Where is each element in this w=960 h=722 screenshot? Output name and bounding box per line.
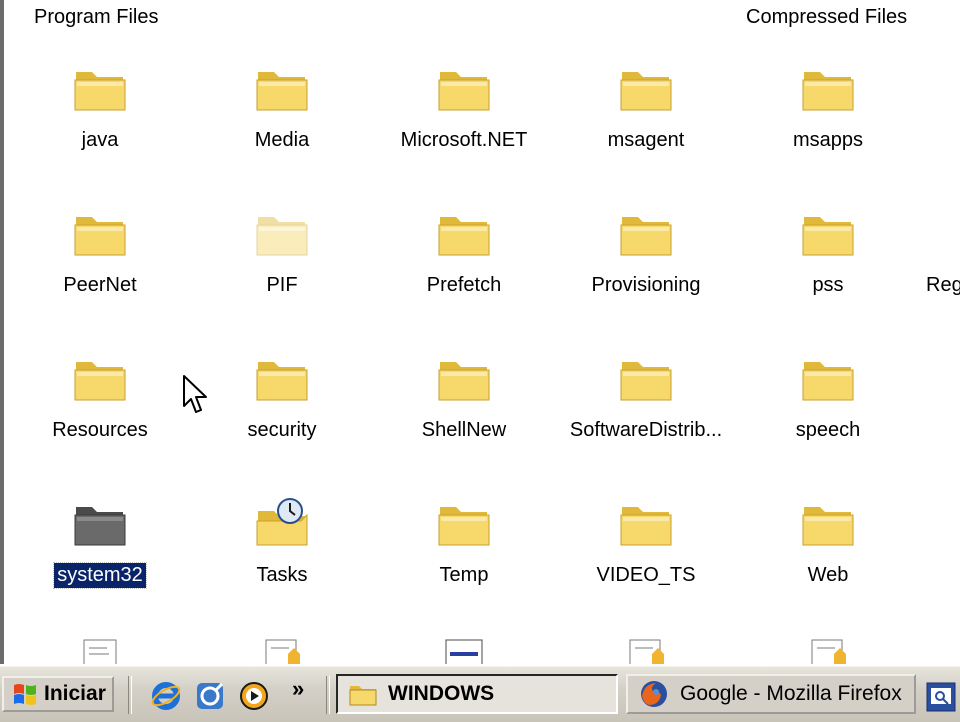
file-list-view: Program Files Compressed Files java Medi… <box>0 0 960 664</box>
folder-label: PeerNet <box>63 274 137 296</box>
file-item-partial-5[interactable] <box>738 636 918 664</box>
firefox-icon <box>641 681 667 707</box>
ie-icon[interactable] <box>150 680 182 712</box>
item-program-files-label[interactable]: Program Files <box>34 6 158 29</box>
folder-label: Reg <box>926 274 960 296</box>
folder-label: PIF <box>266 274 298 296</box>
item-compressed-files-label[interactable]: Compressed Files <box>746 6 907 29</box>
taskbar-button-firefox[interactable]: Google - Mozilla Firefox <box>626 674 916 714</box>
folder-label: Temp <box>439 564 489 586</box>
system-tray-search-icon[interactable] <box>926 682 956 712</box>
window-file-icon <box>445 639 483 664</box>
folder-label: system32 <box>53 562 147 589</box>
folder-item-web[interactable]: Web <box>738 497 918 588</box>
folder-icon <box>256 72 308 111</box>
folder-item-temp[interactable]: Temp <box>374 497 554 588</box>
folder-icon <box>74 362 126 401</box>
outlook-icon[interactable] <box>194 680 226 712</box>
folder-item-security[interactable]: security <box>192 352 372 443</box>
folder-icon <box>74 217 126 256</box>
folder-item-msagent[interactable]: msagent <box>556 62 736 153</box>
text-file-icon <box>83 639 117 664</box>
folder-label: Web <box>807 564 849 586</box>
folder-label: java <box>81 129 119 151</box>
file-item-partial-4[interactable] <box>556 636 736 664</box>
taskbar: Iniciar » WINDOWS Google - Mozilla Firef… <box>0 664 960 722</box>
folder-label: pss <box>812 274 844 296</box>
folder-icon <box>438 72 490 111</box>
folder-item-provisioning[interactable]: Provisioning <box>556 207 736 298</box>
quick-launch-more-button[interactable]: » <box>292 676 304 702</box>
folder-label: msagent <box>607 129 685 151</box>
folder-label: Tasks <box>256 564 308 586</box>
folder-icon <box>620 507 672 546</box>
folder-item-resources[interactable]: Resources <box>10 352 190 443</box>
folder-item-peernet[interactable]: PeerNet <box>10 207 190 298</box>
selected-folder-icon <box>74 507 126 546</box>
folder-item-microsoft-net[interactable]: Microsoft.NET <box>374 62 554 153</box>
folder-icon <box>620 72 672 111</box>
folder-item-pif[interactable]: PIF <box>192 207 372 298</box>
windows-logo-icon <box>14 684 36 705</box>
folder-item-shellnew[interactable]: ShellNew <box>374 352 554 443</box>
folder-item-system32[interactable]: system32 <box>10 497 190 589</box>
folder-label: Microsoft.NET <box>400 129 528 151</box>
ini-file-icon <box>811 639 846 664</box>
taskbar-button-windows[interactable]: WINDOWS <box>336 674 618 714</box>
folder-item-pss[interactable]: pss <box>738 207 918 298</box>
folder-icon <box>620 217 672 256</box>
folder-item-tasks[interactable]: Tasks <box>192 497 372 588</box>
folder-icon <box>438 217 490 256</box>
folder-label: VIDEO_TS <box>596 564 696 586</box>
folder-label: Resources <box>52 419 148 441</box>
folder-icon <box>256 362 308 401</box>
file-item-partial-2[interactable] <box>192 636 372 664</box>
folder-item-prefetch[interactable]: Prefetch <box>374 207 554 298</box>
mouse-pointer-icon <box>183 375 207 413</box>
folder-item-media[interactable]: Media <box>192 62 372 153</box>
folder-label: security <box>247 419 317 441</box>
folder-item-reg-partial[interactable]: Reg <box>920 207 960 298</box>
folder-icon <box>620 362 672 401</box>
folder-label: Prefetch <box>426 274 502 296</box>
folder-item-softwaredistribution[interactable]: SoftwareDistrib... <box>556 352 736 443</box>
folder-label: msapps <box>792 129 864 151</box>
folder-icon <box>349 686 377 706</box>
folder-item-java[interactable]: java <box>10 62 190 153</box>
taskbar-separator <box>128 676 132 714</box>
hidden-folder-icon <box>256 217 308 256</box>
folder-item-video-ts[interactable]: VIDEO_TS <box>556 497 736 588</box>
folder-icon <box>438 507 490 546</box>
folder-label: Provisioning <box>591 274 701 296</box>
ini-file-icon <box>629 639 664 664</box>
start-label: Iniciar <box>44 682 106 705</box>
start-button[interactable]: Iniciar <box>2 676 114 712</box>
folder-label: SoftwareDistrib... <box>569 419 723 441</box>
task-label: WINDOWS <box>388 682 495 705</box>
folder-icon <box>802 507 854 546</box>
folder-item-msapps[interactable]: msapps <box>738 62 918 153</box>
folder-icon <box>74 72 126 111</box>
scheduled-tasks-folder-icon <box>256 498 308 546</box>
folder-label: speech <box>795 419 861 441</box>
folder-item-speech[interactable]: speech <box>738 352 918 443</box>
folder-icon <box>802 217 854 256</box>
file-item-partial-3[interactable] <box>374 636 554 664</box>
folder-icon <box>438 362 490 401</box>
folder-icon <box>802 362 854 401</box>
task-label: Google - Mozilla Firefox <box>680 682 902 705</box>
file-item-partial-1[interactable] <box>10 636 190 664</box>
ini-file-icon <box>265 639 300 664</box>
media-player-icon[interactable] <box>238 680 270 712</box>
folder-icon <box>802 72 854 111</box>
taskbar-separator <box>326 676 330 714</box>
folder-label: ShellNew <box>421 419 507 441</box>
folder-label: Media <box>254 129 310 151</box>
